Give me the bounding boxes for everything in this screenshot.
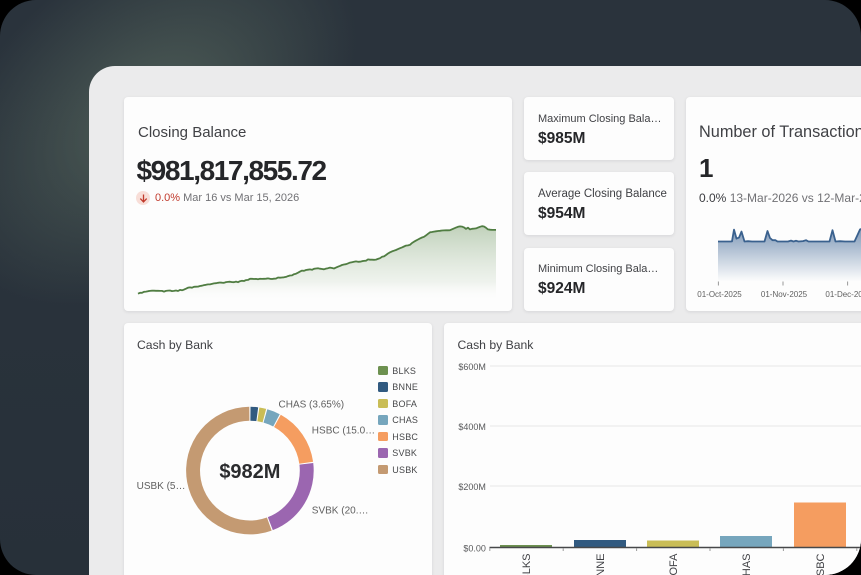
svg-text:$200M: $200M (458, 482, 486, 492)
svg-text:BOFA: BOFA (668, 553, 680, 575)
svg-text:01-Dec-2025: 01-Dec-2025 (825, 290, 861, 299)
svg-text:HSBC: HSBC (815, 553, 827, 575)
svg-text:$400M: $400M (458, 422, 486, 432)
svg-text:HSBC (15.0…: HSBC (15.0… (312, 426, 375, 437)
svg-text:01-Oct-2025: 01-Oct-2025 (697, 290, 742, 299)
svg-text:BNNE: BNNE (595, 554, 607, 575)
svg-text:BLKS: BLKS (521, 554, 533, 575)
svg-text:USBK (5…: USBK (5… (137, 481, 186, 492)
svg-text:CHAS (3.65%): CHAS (3.65%) (279, 400, 345, 411)
svg-text:SVBK (20.…: SVBK (20.… (312, 505, 369, 516)
svg-text:$600M: $600M (458, 362, 486, 372)
svg-text:01-Nov-2025: 01-Nov-2025 (761, 290, 808, 299)
svg-text:$0.00: $0.00 (463, 544, 486, 554)
svg-text:$982M: $982M (219, 461, 280, 483)
svg-text:CHAS: CHAS (741, 554, 753, 575)
